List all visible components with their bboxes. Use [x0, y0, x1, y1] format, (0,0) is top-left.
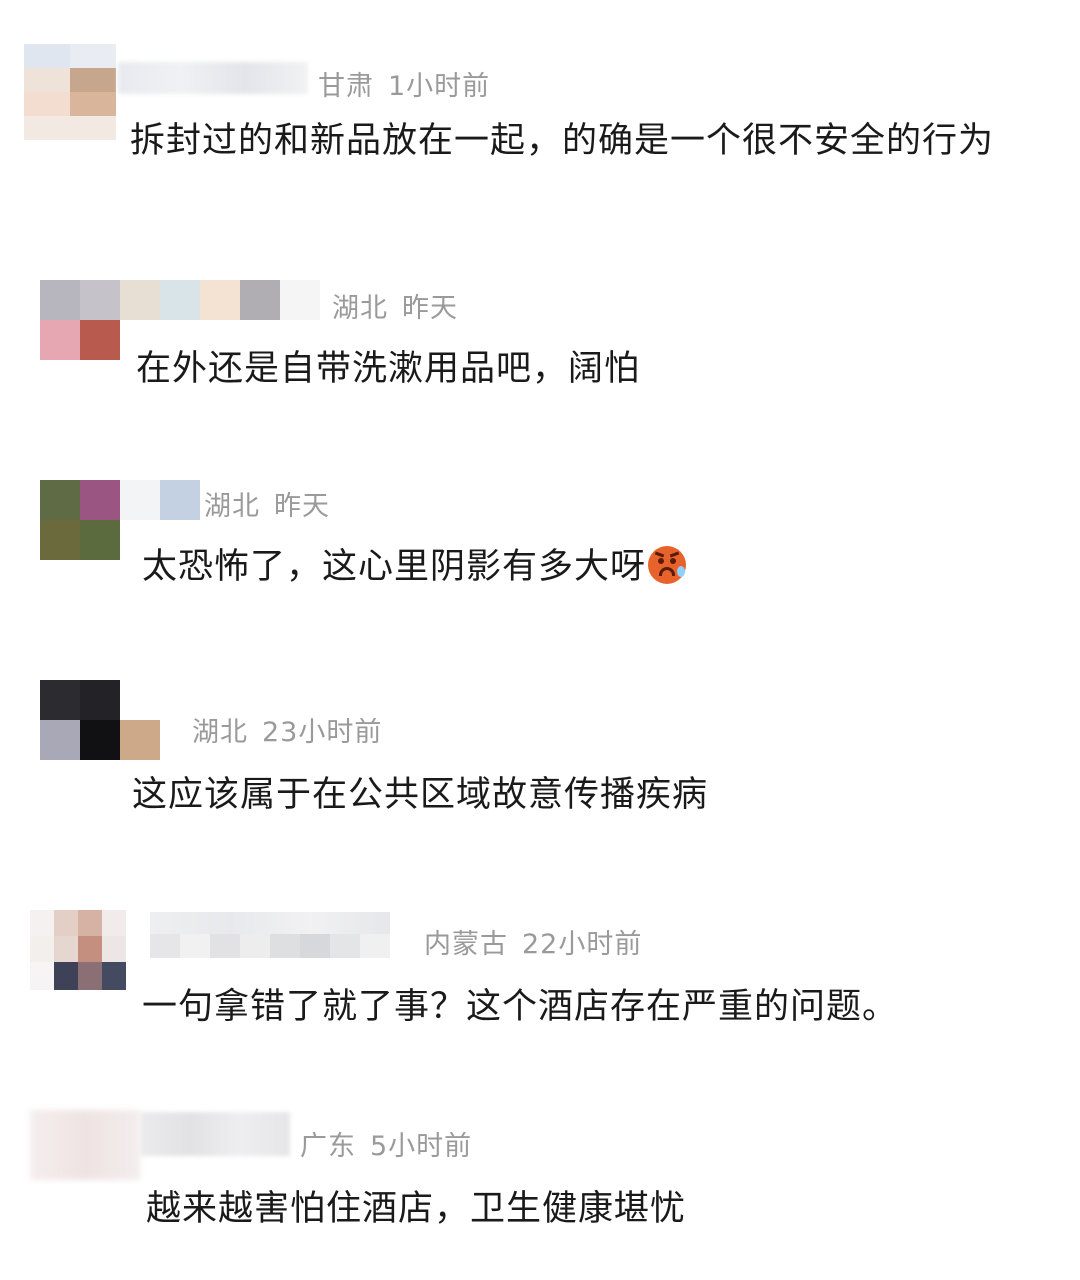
- time-label: 昨天: [274, 491, 330, 522]
- avatar[interactable]: [40, 480, 120, 560]
- username-redacted[interactable]: [150, 912, 390, 958]
- time-label: 5小时前: [370, 1131, 473, 1162]
- comment-meta: 湖北 昨天: [332, 286, 458, 325]
- time-label: 1小时前: [388, 71, 491, 102]
- comment-text: 拆封过的和新品放在一起，的确是一个很不安全的行为: [130, 121, 995, 161]
- comment-text: 在外还是自带洗漱用品吧，阔怕: [136, 349, 641, 389]
- avatar[interactable]: [30, 1110, 140, 1180]
- avatar[interactable]: [24, 44, 116, 140]
- region-label: 广东: [300, 1131, 356, 1162]
- username-redacted[interactable]: [118, 62, 308, 94]
- time-label: 22小时前: [522, 929, 643, 960]
- region-label: 内蒙古: [424, 929, 508, 960]
- avatar[interactable]: [40, 680, 160, 760]
- comment-meta: 湖北 昨天: [204, 484, 330, 523]
- comment-text: 一句拿错了就了事？这个酒店存在严重的问题。: [142, 987, 899, 1027]
- comment-text: 太恐怖了，这心里阴影有多大呀: [142, 538, 687, 589]
- comment-meta: 广东 5小时前: [300, 1124, 472, 1163]
- avatar[interactable]: [40, 280, 120, 360]
- region-label: 湖北: [204, 491, 260, 522]
- username-redacted[interactable]: [120, 480, 200, 520]
- region-label: 甘肃: [318, 71, 374, 102]
- time-label: 昨天: [402, 293, 458, 324]
- angry-crying-emoji-icon: [648, 546, 687, 584]
- comment-meta: 内蒙古 22小时前: [424, 922, 642, 961]
- time-label: 23小时前: [262, 717, 383, 748]
- comment-text: 这应该属于在公共区域故意传播疾病: [132, 775, 709, 815]
- username-redacted[interactable]: [140, 1112, 290, 1156]
- username-redacted[interactable]: [120, 280, 320, 320]
- comment-text-content: 太恐怖了，这心里阴影有多大呀: [142, 547, 647, 587]
- comment-text: 越来越害怕住酒店，卫生健康堪忧: [146, 1189, 687, 1229]
- region-label: 湖北: [332, 293, 388, 324]
- comment-meta: 甘肃 1小时前: [318, 64, 490, 103]
- region-label: 湖北: [192, 717, 248, 748]
- comment-meta: 湖北 23小时前: [192, 710, 382, 749]
- avatar[interactable]: [30, 910, 126, 990]
